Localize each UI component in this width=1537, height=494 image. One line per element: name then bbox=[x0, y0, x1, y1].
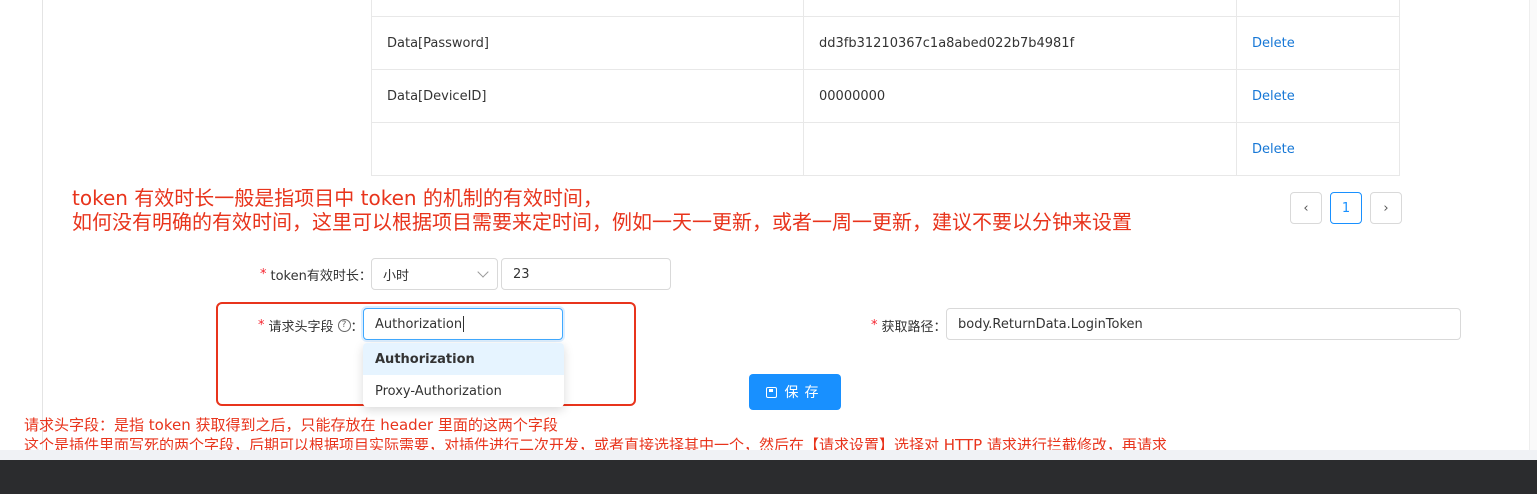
header-field-input[interactable]: Authorization bbox=[363, 308, 563, 340]
question-circle-icon[interactable]: ? bbox=[337, 318, 351, 332]
params-table: Data[Password] dd3fb31210367c1a8abed022b… bbox=[371, 0, 1400, 176]
chevron-left-icon: ‹ bbox=[1303, 200, 1309, 216]
param-key: Data[Password] bbox=[387, 35, 489, 51]
fetch-path-label: * 获取路径： bbox=[871, 317, 947, 335]
scrollbar[interactable] bbox=[1529, 0, 1537, 450]
table-row bbox=[372, 0, 1400, 17]
annotation-line: 如何没有明确的有效时间，这里可以根据项目需要来定时间，例如一天一更新，或者一周一… bbox=[72, 210, 1132, 234]
table-row: Delete bbox=[372, 123, 1400, 176]
save-icon bbox=[765, 386, 777, 398]
page-number-button[interactable]: 1 bbox=[1330, 192, 1362, 224]
dropdown-option[interactable]: Authorization bbox=[363, 343, 564, 375]
page: Data[Password] dd3fb31210367c1a8abed022b… bbox=[0, 0, 1537, 494]
token-duration-label: * token有效时长： bbox=[260, 266, 372, 284]
table-cell-key: Data[DeviceID] bbox=[372, 70, 804, 122]
dropdown-option[interactable]: Proxy-Authorization bbox=[363, 375, 564, 407]
duration-unit-select[interactable]: 小时 bbox=[371, 258, 498, 290]
pagination: ‹ 1 › bbox=[1290, 192, 1402, 224]
required-mark: * bbox=[871, 317, 878, 333]
text-cursor bbox=[463, 316, 465, 332]
table-cell-key: Data[Password] bbox=[372, 17, 804, 69]
content-left-border bbox=[42, 0, 43, 450]
chevron-down-icon bbox=[477, 266, 489, 278]
table-cell-key bbox=[372, 123, 804, 175]
delete-link[interactable]: Delete bbox=[1252, 89, 1295, 104]
annotation-token-duration: token 有效时长一般是指项目中 token 的机制的有效时间， 如何没有明确… bbox=[72, 186, 1132, 234]
next-page-button[interactable]: › bbox=[1370, 192, 1402, 224]
save-button[interactable]: 保存 bbox=[749, 374, 841, 410]
table-cell-value bbox=[804, 123, 1237, 175]
table-cell-action bbox=[1237, 0, 1400, 16]
prev-page-button[interactable]: ‹ bbox=[1290, 192, 1322, 224]
param-value: dd3fb31210367c1a8abed022b7b4981f bbox=[819, 35, 1075, 51]
header-field-label: * 请求头字段 ? ： bbox=[258, 317, 364, 335]
table-cell-value: dd3fb31210367c1a8abed022b7b4981f bbox=[804, 17, 1237, 69]
param-value: 00000000 bbox=[819, 88, 886, 104]
param-key: Data[DeviceID] bbox=[387, 88, 487, 104]
delete-link[interactable]: Delete bbox=[1252, 142, 1295, 157]
required-mark: * bbox=[258, 317, 265, 333]
bottom-bar bbox=[0, 460, 1537, 494]
table-cell-action: Delete bbox=[1237, 70, 1400, 122]
required-mark: * bbox=[260, 266, 267, 282]
annotation-line: 请求头字段：是指 token 获取得到之后，只能存放在 header 里面的这两… bbox=[24, 416, 558, 434]
annotation-header-field: 请求头字段：是指 token 获取得到之后，只能存放在 header 里面的这两… bbox=[24, 415, 1167, 455]
annotation-line: token 有效时长一般是指项目中 token 的机制的有效时间， bbox=[72, 186, 603, 210]
header-field-dropdown: Authorization Proxy-Authorization bbox=[363, 343, 564, 407]
table-cell-key bbox=[372, 0, 804, 16]
table-cell-value bbox=[804, 0, 1237, 16]
table-cell-action: Delete bbox=[1237, 123, 1400, 175]
table-cell-action: Delete bbox=[1237, 17, 1400, 69]
fetch-path-input[interactable]: body.ReturnData.LoginToken bbox=[946, 308, 1461, 340]
table-row: Data[DeviceID] 00000000 Delete bbox=[372, 70, 1400, 123]
duration-amount-input[interactable]: 23 bbox=[501, 258, 671, 290]
delete-link[interactable]: Delete bbox=[1252, 36, 1295, 51]
table-cell-value: 00000000 bbox=[804, 70, 1237, 122]
chevron-right-icon: › bbox=[1383, 200, 1389, 216]
table-row: Data[Password] dd3fb31210367c1a8abed022b… bbox=[372, 17, 1400, 70]
